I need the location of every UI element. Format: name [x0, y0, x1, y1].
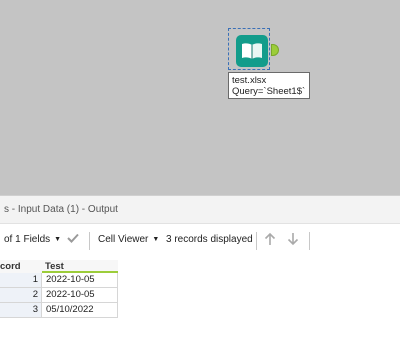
test-cell[interactable]: 2022-10-05 — [42, 273, 118, 288]
caret-down-icon: ▼ — [152, 236, 160, 243]
toolbar-divider — [309, 232, 310, 250]
output-anchor[interactable] — [271, 44, 279, 56]
column-header-record[interactable]: cord — [0, 260, 42, 274]
test-cell[interactable]: 2022-10-05 — [42, 288, 118, 303]
arrow-up-icon[interactable] — [263, 231, 277, 250]
arrow-down-icon[interactable] — [286, 231, 300, 250]
tool-file-name: test.xlsx — [232, 75, 267, 86]
input-data-tool[interactable] — [236, 35, 268, 67]
toolbar-divider — [89, 232, 90, 250]
test-cell[interactable]: 05/10/2022 — [42, 303, 118, 318]
results-toolbar: of 1 Fields ▼ Cell Viewer ▼ 3 records disp… — [0, 223, 400, 257]
records-status: 3 records displayed — [166, 234, 253, 245]
fields-selector-label: of 1 Fields — [4, 234, 51, 245]
book-icon — [242, 43, 262, 59]
record-number: 2 — [0, 288, 42, 303]
viewer-selector[interactable]: Cell Viewer ▼ — [98, 234, 159, 245]
tool-query: Query=`Sheet1$` — [232, 86, 306, 97]
record-number: 3 — [0, 303, 42, 318]
record-number: 1 — [0, 273, 42, 288]
viewer-selector-label: Cell Viewer — [98, 234, 149, 245]
tool-annotation: test.xlsx Query=`Sheet1$` — [228, 72, 310, 99]
check-icon[interactable] — [66, 231, 80, 248]
caret-down-icon: ▼ — [54, 236, 62, 243]
workflow-canvas[interactable]: test.xlsx Query=`Sheet1$` — [0, 0, 400, 195]
results-header: s - Input Data (1) - Output — [0, 195, 400, 223]
toolbar-divider — [256, 232, 257, 250]
results-title: s - Input Data (1) - Output — [4, 204, 118, 215]
fields-selector[interactable]: of 1 Fields ▼ — [4, 234, 61, 245]
